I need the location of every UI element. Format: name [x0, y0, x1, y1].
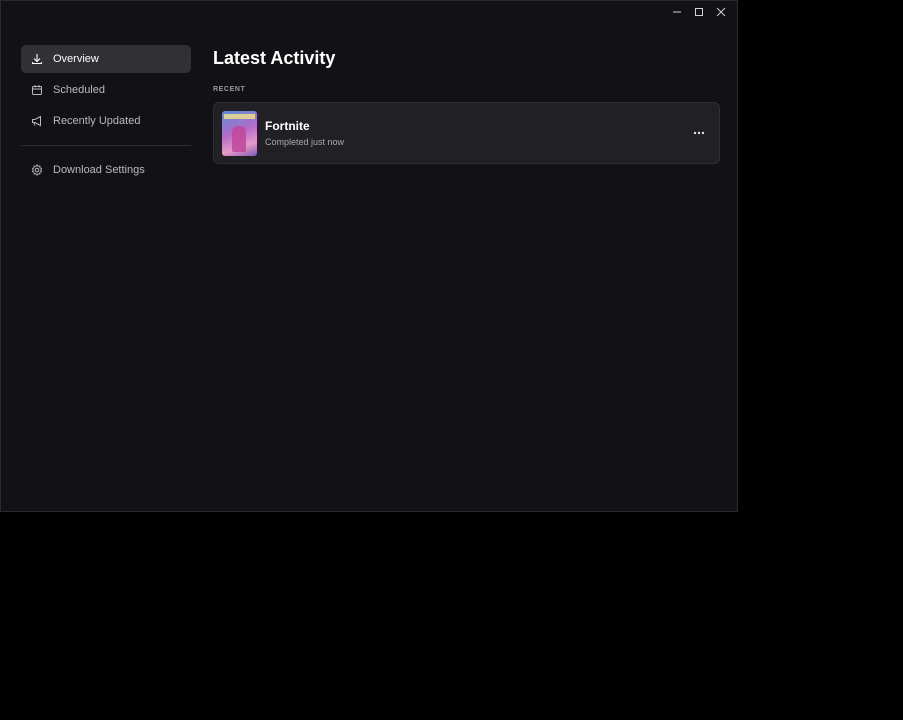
megaphone-icon	[31, 115, 43, 127]
sidebar-item-overview[interactable]: Overview	[21, 45, 191, 73]
maximize-button[interactable]	[689, 5, 709, 19]
window-controls	[667, 5, 731, 19]
sidebar-item-scheduled[interactable]: Scheduled	[21, 76, 191, 104]
sidebar-item-download-settings[interactable]: Download Settings	[21, 156, 191, 184]
minimize-icon	[673, 11, 681, 13]
game-thumbnail	[222, 110, 257, 156]
page-title: Latest Activity	[213, 48, 336, 68]
gear-icon	[31, 164, 43, 176]
close-button[interactable]	[711, 5, 731, 19]
sidebar-item-label: Scheduled	[53, 84, 105, 96]
section-label-recent: RECENT	[213, 86, 246, 93]
launcher-window: Overview Scheduled Recently Updated Down…	[0, 0, 738, 512]
download-status: Completed just now	[265, 137, 345, 147]
minimize-button[interactable]	[667, 5, 687, 19]
sidebar-item-label: Recently Updated	[53, 115, 141, 127]
sidebar-divider	[21, 145, 191, 146]
sidebar-item-label: Overview	[53, 53, 99, 65]
activity-card[interactable]: Fortnite Completed just now	[213, 102, 720, 164]
sidebar-item-recently-updated[interactable]: Recently Updated	[21, 107, 191, 135]
close-icon	[716, 7, 726, 17]
main-content: Latest Activity RECENT Fortnite Complete…	[213, 45, 720, 164]
sidebar-item-label: Download Settings	[53, 164, 145, 176]
more-options-button[interactable]	[691, 126, 707, 140]
calendar-icon	[31, 84, 43, 96]
maximize-icon	[695, 8, 703, 16]
activity-card-text: Fortnite Completed just now	[265, 119, 344, 147]
game-title: Fortnite	[265, 119, 310, 133]
sidebar: Overview Scheduled Recently Updated Down…	[21, 45, 191, 187]
more-icon	[693, 131, 705, 135]
download-icon	[31, 53, 43, 65]
